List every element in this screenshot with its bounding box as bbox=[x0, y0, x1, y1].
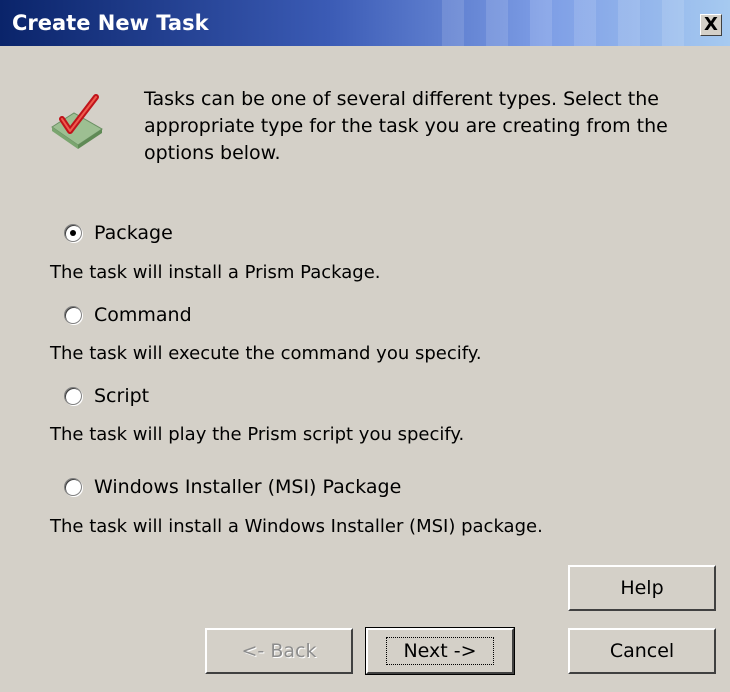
package-description: The task will install a Prism Package. bbox=[50, 262, 381, 283]
msi-package-radio[interactable] bbox=[64, 478, 82, 496]
cancel-button[interactable]: Cancel bbox=[568, 628, 716, 674]
title-bar: Create New Task X bbox=[0, 0, 730, 46]
back-button[interactable]: <- Back bbox=[205, 628, 353, 674]
help-button[interactable]: Help bbox=[568, 565, 716, 611]
title-bar-gradient bbox=[420, 0, 700, 46]
create-new-task-dialog: Create New Task X Tasks can be one of se… bbox=[0, 0, 730, 692]
option-script[interactable]: Script bbox=[64, 385, 149, 407]
command-description: The task will execute the command you sp… bbox=[50, 343, 482, 364]
package-label: Package bbox=[94, 222, 173, 244]
cancel-label: Cancel bbox=[609, 640, 675, 662]
next-label: Next -> bbox=[386, 637, 494, 665]
option-msi-package[interactable]: Windows Installer (MSI) Package bbox=[64, 476, 401, 498]
close-button[interactable]: X bbox=[700, 14, 722, 36]
checkmark-icon bbox=[51, 94, 103, 149]
intro-text: Tasks can be one of several different ty… bbox=[144, 88, 668, 164]
script-radio[interactable] bbox=[64, 387, 82, 405]
command-label: Command bbox=[94, 304, 192, 326]
window-title: Create New Task bbox=[12, 11, 209, 35]
command-radio[interactable] bbox=[64, 306, 82, 324]
script-label: Script bbox=[94, 385, 150, 407]
package-radio[interactable] bbox=[64, 224, 82, 242]
help-label: Help bbox=[620, 577, 664, 599]
option-package[interactable]: Package bbox=[64, 222, 173, 244]
close-icon: X bbox=[704, 14, 718, 35]
next-button[interactable]: Next -> bbox=[365, 627, 515, 675]
back-label: <- Back bbox=[241, 640, 317, 662]
msi-package-description: The task will install a Windows Installe… bbox=[50, 516, 543, 537]
msi-package-label: Windows Installer (MSI) Package bbox=[94, 476, 402, 498]
script-description: The task will play the Prism script you … bbox=[50, 424, 465, 445]
option-command[interactable]: Command bbox=[64, 304, 192, 326]
